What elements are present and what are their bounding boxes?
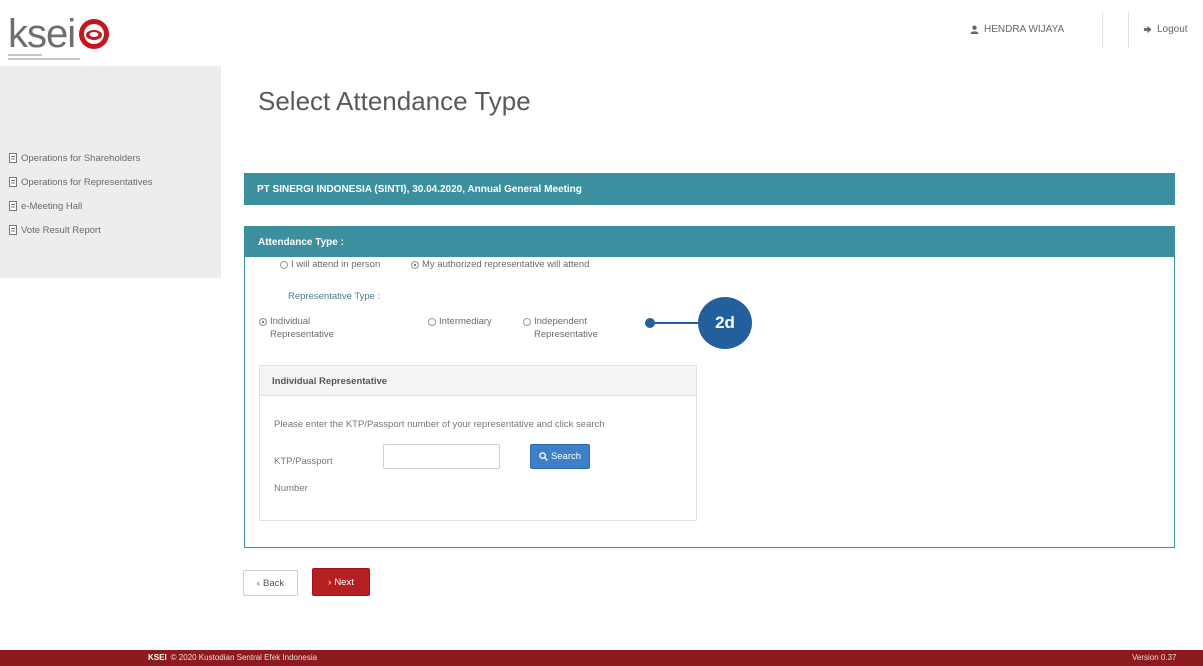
logo-text: ksei <box>8 12 76 56</box>
radio-label: I will attend in person <box>291 259 381 270</box>
header: ksei HENDRA WIJAYA Logout <box>0 0 1203 66</box>
attendance-type-heading: Attendance Type : <box>245 227 1174 257</box>
sidebar-item-operations-representatives[interactable]: Operations for Representatives <box>0 170 152 194</box>
sidebar-item-label: Operations for Representatives <box>21 176 153 188</box>
footer-version: Version 0.37 <box>1132 653 1177 662</box>
callout-line <box>650 322 704 324</box>
footer-copyright-text: © 2020 Kustodian Sentral Efek Indonesia <box>170 653 318 662</box>
footer-copyright: KSEI © 2020 Kustodian Sentral Efek Indon… <box>148 653 317 662</box>
document-icon <box>9 225 17 235</box>
chevron-left-icon: ‹ <box>256 577 261 589</box>
search-icon <box>539 452 548 461</box>
sidebar-item-label: Vote Result Report <box>21 224 101 236</box>
search-label: Search <box>550 451 582 462</box>
document-icon <box>9 153 17 163</box>
user-icon <box>970 25 979 34</box>
radio-label-line: Representative <box>534 329 598 340</box>
header-divider <box>1102 12 1103 48</box>
radio-label: Independent Representative <box>534 315 598 341</box>
footer-brand: KSEI <box>148 653 167 662</box>
individual-representative-box: Individual Representative Please enter t… <box>259 365 697 521</box>
attendance-type-panel: Attendance Type : I will attend in perso… <box>244 226 1175 548</box>
radio-button[interactable] <box>523 318 531 326</box>
logo-swirl-icon <box>79 19 110 49</box>
callout-dot <box>645 318 655 328</box>
individual-representative-radio[interactable]: Individual Representative <box>259 315 334 341</box>
user-menu-button[interactable]: HENDRA WIJAYA <box>970 24 1064 35</box>
search-button[interactable]: Search <box>530 444 590 469</box>
independent-representative-radio[interactable]: Independent Representative <box>523 315 598 341</box>
header-divider <box>1128 12 1129 48</box>
authorized-representative-radio[interactable]: My authorized representative will attend <box>411 259 589 270</box>
radio-label: My authorized representative will attend <box>422 259 590 270</box>
logout-label: Logout <box>1157 24 1188 35</box>
sidebar: Operations for Shareholders Operations f… <box>0 66 221 278</box>
ktp-passport-label: KTP/Passport Number <box>274 456 333 494</box>
document-icon <box>9 201 17 211</box>
next-button[interactable]: › Next <box>312 568 370 596</box>
document-icon <box>9 177 17 187</box>
sidebar-menu: Operations for Shareholders Operations f… <box>0 146 152 242</box>
page-title: Select Attendance Type <box>258 86 531 116</box>
radio-label: Intermediary <box>439 316 492 327</box>
radio-button-selected[interactable] <box>411 260 419 269</box>
radio-button[interactable] <box>428 318 436 326</box>
meeting-info-bar: PT SINERGI INDONESIA (SINTI), 30.04.2020… <box>244 173 1175 205</box>
chevron-right-icon: › <box>328 576 332 588</box>
radio-label-line: Representative <box>270 329 334 340</box>
user-name: HENDRA WIJAYA <box>984 24 1065 35</box>
individual-representative-heading: Individual Representative <box>260 366 696 396</box>
logout-button[interactable]: Logout <box>1143 24 1188 35</box>
attend-in-person-radio[interactable]: I will attend in person <box>280 259 380 270</box>
sidebar-item-vote-result-report[interactable]: Vote Result Report <box>0 218 152 242</box>
representative-type-label: Representative Type : <box>288 291 381 302</box>
ktp-passport-input[interactable] <box>383 444 500 469</box>
back-button[interactable]: ‹ Back <box>243 570 298 596</box>
radio-label: Individual Representative <box>270 315 334 341</box>
next-label: Next <box>334 576 354 588</box>
radio-label-line: Independent <box>534 316 587 327</box>
footer: KSEI © 2020 Kustodian Sentral Efek Indon… <box>0 650 1203 666</box>
radio-button-selected[interactable] <box>259 318 267 326</box>
intermediary-radio[interactable]: Intermediary <box>428 315 492 328</box>
radio-button[interactable] <box>280 260 288 269</box>
back-label: Back <box>263 577 285 589</box>
individual-representative-description: Please enter the KTP/Passport number of … <box>274 419 605 430</box>
sidebar-item-label: e-Meeting Hall <box>21 200 83 212</box>
ksei-logo[interactable]: ksei <box>8 14 111 54</box>
sidebar-item-emeeting-hall[interactable]: e-Meeting Hall <box>0 194 152 218</box>
sidebar-item-label: Operations for Shareholders <box>21 152 141 164</box>
sign-out-icon <box>1143 25 1152 34</box>
radio-label-line: Individual <box>270 316 311 327</box>
sidebar-item-operations-shareholders[interactable]: Operations for Shareholders <box>0 146 152 170</box>
logo-tagline <box>8 54 88 62</box>
callout-badge: 2d <box>698 297 752 349</box>
